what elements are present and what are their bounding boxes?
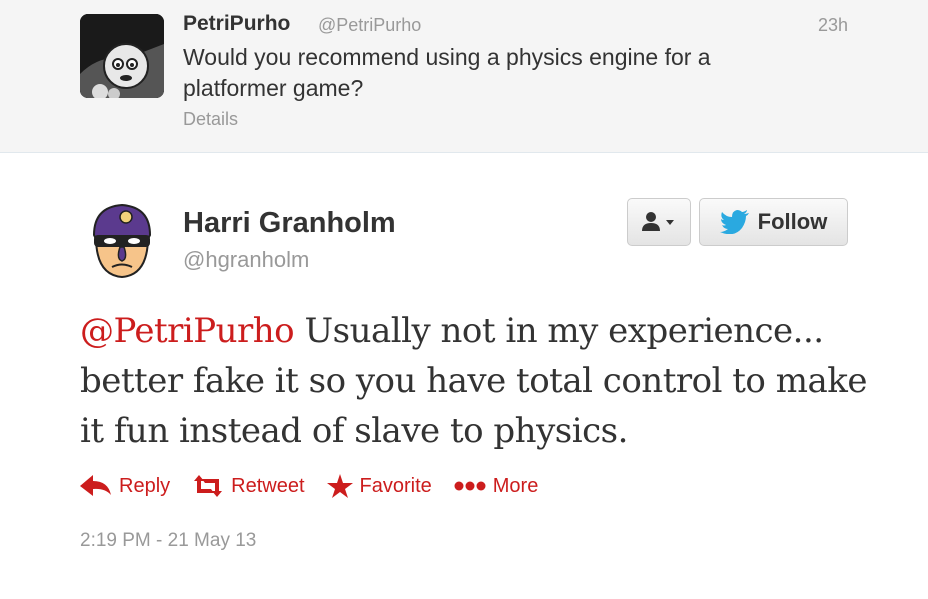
tweet-actions: Reply Retweet Favorite More: [80, 470, 560, 502]
details-link[interactable]: Details: [183, 109, 238, 130]
mention-link[interactable]: @PetriPurho: [80, 311, 295, 351]
favorite-button[interactable]: Favorite: [326, 474, 432, 498]
star-icon: [326, 474, 353, 498]
parent-tweet[interactable]: PetriPurho @PetriPurho 23h Would you rec…: [0, 0, 928, 153]
reply-arrow-icon: [80, 475, 111, 496]
tweet-text: @PetriPurho Usually not in my experience…: [80, 306, 870, 456]
follow-button[interactable]: Follow: [699, 198, 848, 246]
parent-timestamp[interactable]: 23h: [818, 15, 848, 36]
more-button[interactable]: More: [454, 474, 539, 498]
user-dropdown-icon: [642, 212, 674, 231]
tweet-timestamp[interactable]: 2:19 PM - 21 May 13: [80, 530, 256, 552]
reply-button[interactable]: Reply: [80, 475, 170, 498]
parent-tweet-text: Would you recommend using a physics engi…: [183, 44, 711, 101]
ellipsis-icon: [454, 481, 486, 491]
masked-face-avatar-icon: [92, 203, 152, 279]
retweet-label: Retweet: [231, 474, 305, 497]
user-actions-dropdown-button[interactable]: [627, 198, 691, 246]
retweet-button[interactable]: Retweet: [192, 474, 305, 498]
favorite-label: Favorite: [359, 474, 432, 497]
parent-author-name[interactable]: PetriPurho: [183, 12, 290, 36]
retweet-icon: [194, 475, 223, 497]
main-avatar[interactable]: [80, 199, 162, 281]
reply-label: Reply: [119, 474, 171, 497]
follow-label: Follow: [757, 209, 828, 234]
author-handle[interactable]: @hgranholm: [183, 247, 309, 273]
parent-author-handle[interactable]: @PetriPurho: [318, 15, 421, 36]
bird-icon: [719, 210, 749, 234]
parent-avatar[interactable]: [80, 14, 164, 98]
author-name[interactable]: Harri Granholm: [183, 207, 396, 240]
more-label: More: [492, 474, 539, 497]
cartoon-avatar-icon: [80, 14, 164, 98]
